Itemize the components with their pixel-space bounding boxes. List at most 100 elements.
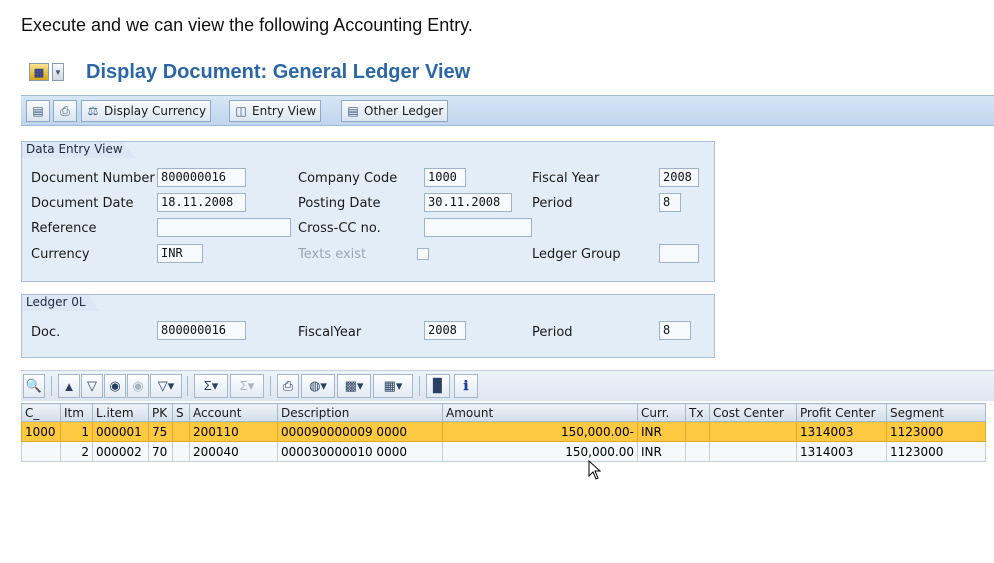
grid-toolbar: 🔍 ▲ ▽ ◉ ◉ ▽▾ Σ▾ Σ▾ ⎙ ◍▾ ▩▾ ▦▾ ▉ ℹ xyxy=(21,370,994,401)
column-header[interactable]: Cost Center xyxy=(709,403,797,422)
table-cell[interactable]: 200110 xyxy=(189,421,278,442)
export-button[interactable]: ▩▾ xyxy=(337,374,371,398)
column-header[interactable]: S xyxy=(172,403,190,422)
sum-icon: Σ▾ xyxy=(203,378,219,393)
total-button[interactable]: Σ▾ xyxy=(194,374,228,398)
column-header[interactable]: Segment xyxy=(886,403,986,422)
table-cell[interactable]: 2 xyxy=(60,441,93,462)
data-entry-view-group: Data Entry View Document Number 80000001… xyxy=(21,141,715,282)
column-header[interactable]: Curr. xyxy=(637,403,686,422)
views-button[interactable]: ◍▾ xyxy=(301,374,335,398)
table-cell[interactable] xyxy=(21,441,61,462)
line-items-grid: C_ Itm L.item PK S Account Description A… xyxy=(21,403,986,462)
line-items-table: C_ Itm L.item PK S Account Description A… xyxy=(21,403,986,462)
column-header[interactable]: PK xyxy=(148,403,173,422)
toolbar-separator xyxy=(51,376,52,396)
table-row[interactable]: 2 000002 70 200040 000030000010 0000 150… xyxy=(21,441,986,462)
ledger-fiscal-year-field[interactable]: 2008 xyxy=(424,321,466,340)
table-cell[interactable]: 150,000.00- xyxy=(442,421,638,442)
layout-button[interactable]: ▦▾ xyxy=(373,374,413,398)
currency-field[interactable]: INR xyxy=(157,244,203,263)
table-cell[interactable] xyxy=(685,441,710,462)
table-cell[interactable]: 000030000010 0000 xyxy=(277,441,443,462)
sort-descending-button[interactable]: ▽ xyxy=(81,374,103,398)
table-cell[interactable]: 000090000009 0000 xyxy=(277,421,443,442)
magnifier-icon: 🔍 xyxy=(25,378,43,393)
filter-button[interactable]: ▽▾ xyxy=(150,374,182,398)
table-cell[interactable]: 200040 xyxy=(189,441,278,462)
fiscal-year-field[interactable]: 2008 xyxy=(659,168,699,187)
ledger-group-field[interactable] xyxy=(659,244,699,263)
sort-ascending-button[interactable]: ▲ xyxy=(58,374,80,398)
document-date-field[interactable]: 18.11.2008 xyxy=(157,193,246,212)
column-header[interactable]: Amount xyxy=(442,403,638,422)
graphic-button[interactable]: ▉ xyxy=(426,374,450,398)
find-next-icon: ◉ xyxy=(132,378,144,393)
column-header[interactable]: Description xyxy=(277,403,443,422)
print-button[interactable]: ⎙ xyxy=(53,100,77,122)
table-cell[interactable]: 1123000 xyxy=(886,441,986,462)
period-field[interactable]: 8 xyxy=(659,193,681,212)
details-button[interactable]: 🔍 xyxy=(23,374,45,398)
ledger-period-field[interactable]: 8 xyxy=(659,321,691,340)
column-header[interactable]: C_ xyxy=(21,403,61,422)
table-cell[interactable]: 70 xyxy=(148,441,173,462)
entry-view-button[interactable]: ◫ Entry View xyxy=(229,100,322,122)
table-cell[interactable]: 1314003 xyxy=(796,441,887,462)
group-title: Data Entry View xyxy=(21,141,136,158)
information-button[interactable]: ℹ xyxy=(454,374,478,398)
document-date-label: Document Date xyxy=(31,196,134,211)
display-currency-label: Display Currency xyxy=(104,104,207,118)
toolbar-separator xyxy=(419,376,420,396)
company-code-field[interactable]: 1000 xyxy=(424,168,466,187)
table-cell[interactable]: INR xyxy=(637,421,686,442)
period-label: Period xyxy=(532,196,573,211)
doc-label: Doc. xyxy=(31,325,61,340)
column-header[interactable]: L.item xyxy=(92,403,149,422)
ledger-group-label: Ledger Group xyxy=(532,247,621,262)
table-cell[interactable] xyxy=(172,421,190,442)
binoculars-icon: ◉ xyxy=(109,378,121,393)
table-cell[interactable] xyxy=(172,441,190,462)
table-cell[interactable]: 000002 xyxy=(92,441,149,462)
dropdown-arrow-icon[interactable]: ▼ xyxy=(52,63,64,81)
texts-exist-checkbox[interactable] xyxy=(417,248,429,260)
document-number-field[interactable]: 800000016 xyxy=(157,168,246,187)
table-cell[interactable]: 000001 xyxy=(92,421,149,442)
table-row[interactable]: 1000 1 000001 75 200110 000090000009 000… xyxy=(21,421,986,442)
column-header[interactable]: Itm xyxy=(60,403,93,422)
other-ledger-button[interactable]: ▤ Other Ledger xyxy=(341,100,449,122)
table-cell[interactable]: 75 xyxy=(148,421,173,442)
table-cell[interactable]: 1000 xyxy=(21,421,61,442)
table-cell[interactable] xyxy=(685,421,710,442)
table-cell[interactable]: 1314003 xyxy=(796,421,887,442)
document-icon: ▤ xyxy=(32,104,44,118)
display-currency-button[interactable]: ⚖ Display Currency xyxy=(81,100,212,122)
subtotal-button[interactable]: Σ▾ xyxy=(230,374,264,398)
table-cell[interactable] xyxy=(709,441,797,462)
doc-field[interactable]: 800000016 xyxy=(157,321,246,340)
posting-date-field[interactable]: 30.11.2008 xyxy=(424,193,512,212)
grid-header-row: C_ Itm L.item PK S Account Description A… xyxy=(21,403,986,422)
scales-icon: ⚖ xyxy=(87,104,99,118)
table-cell[interactable]: INR xyxy=(637,441,686,462)
find-button[interactable]: ◉ xyxy=(104,374,126,398)
table-cell[interactable]: 150,000.00 xyxy=(442,441,638,462)
table-cell[interactable] xyxy=(709,421,797,442)
column-header[interactable]: Profit Center xyxy=(796,403,887,422)
menu-icon[interactable]: ▦ xyxy=(29,63,49,81)
print-preview-button[interactable]: ⎙ xyxy=(277,374,299,398)
layout-icon: ▦▾ xyxy=(383,378,403,393)
document-number-label: Document Number xyxy=(31,171,155,186)
table-cell[interactable]: 1123000 xyxy=(886,421,986,442)
ledger-group: Ledger 0L Doc. 800000016 FiscalYear 2008… xyxy=(21,294,715,358)
column-header[interactable]: Account xyxy=(189,403,278,422)
texts-exist-label: Texts exist xyxy=(298,247,367,262)
column-header[interactable]: Tx xyxy=(685,403,710,422)
document-overview-button[interactable]: ▤ xyxy=(26,100,50,122)
table-cell[interactable]: 1 xyxy=(60,421,93,442)
cross-cc-field[interactable] xyxy=(424,218,532,237)
reference-label: Reference xyxy=(31,221,97,236)
find-next-button[interactable]: ◉ xyxy=(127,374,149,398)
reference-field[interactable] xyxy=(157,218,291,237)
